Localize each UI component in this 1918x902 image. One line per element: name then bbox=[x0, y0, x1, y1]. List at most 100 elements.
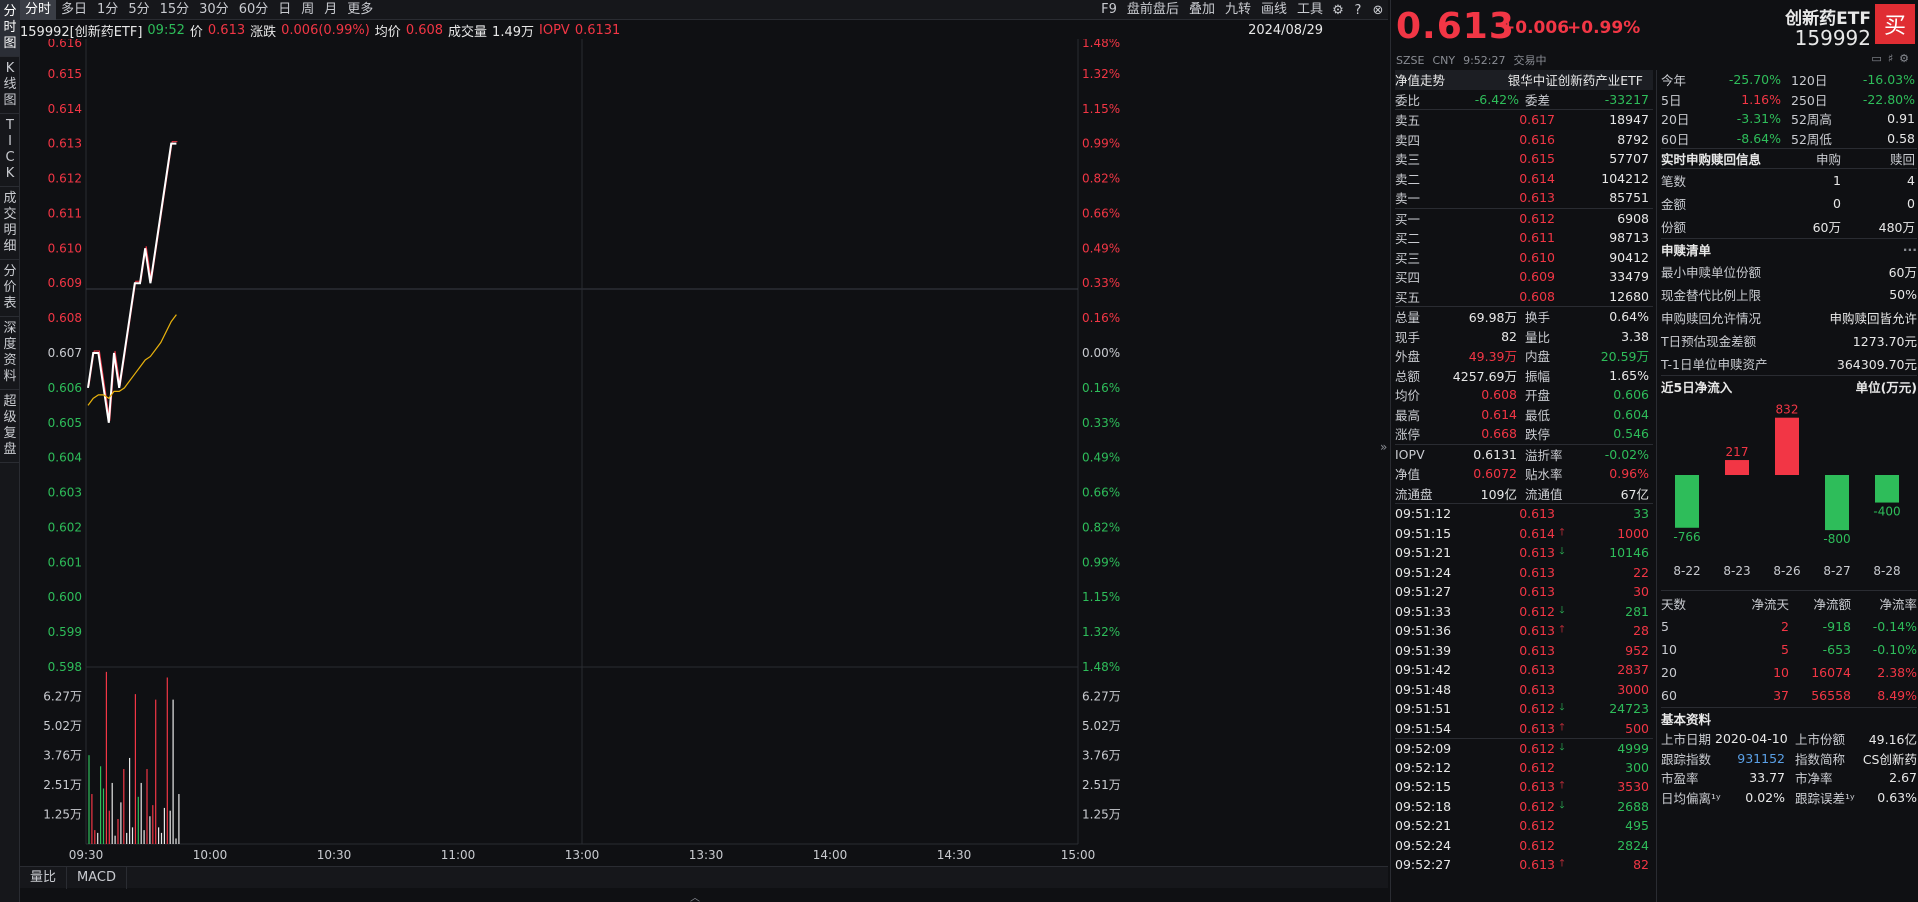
exchange: SZSE bbox=[1396, 54, 1425, 67]
info-column: 今年 -25.70% 120日 -16.03% 5日 1.16% 250日 -22.80% 20… bbox=[1661, 70, 1917, 807]
fund-code: 159992 bbox=[1794, 26, 1871, 50]
tick-row: 09:51:42 0.613 2837 bbox=[1395, 662, 1649, 678]
tick-row: 09:51:21 0.613 🡓 10146 bbox=[1395, 545, 1649, 561]
tab-10[interactable]: 更多 bbox=[342, 0, 378, 20]
bid-row[interactable]: 买五 0.608 12680 bbox=[1395, 287, 1653, 307]
flow-value: 217 bbox=[1726, 445, 1749, 459]
avg-label: 均价 bbox=[374, 24, 401, 40]
collapse-panel-icon[interactable]: » bbox=[1380, 440, 1387, 454]
tool-0[interactable]: F9 bbox=[1096, 0, 1122, 20]
tick-row: 09:51:12 0.613 33 bbox=[1395, 506, 1649, 522]
more-icon[interactable]: ··· bbox=[1903, 242, 1917, 257]
tab-3[interactable]: 5分 bbox=[123, 0, 154, 20]
sidebar-item-0[interactable]: 分时图 bbox=[0, 0, 20, 57]
tick-row: 09:52:24 0.612 2824 bbox=[1395, 837, 1649, 853]
tab-8[interactable]: 周 bbox=[296, 0, 319, 20]
price-change: +0.006 bbox=[1501, 18, 1570, 38]
time-tick: 09:30 bbox=[69, 848, 104, 862]
vol-tick: 2.51万 bbox=[43, 778, 82, 792]
tab-9[interactable]: 月 bbox=[319, 0, 342, 20]
sidebar-item-6[interactable]: 超级复盘 bbox=[0, 390, 20, 463]
quote-tool-icons[interactable]: ▭♯⚙ bbox=[1871, 52, 1915, 65]
nav-label: 净值走势 bbox=[1395, 73, 1446, 89]
stat-row: 流通盘 109亿 流通值 67亿 bbox=[1395, 486, 1649, 502]
tool-2[interactable]: 叠加 bbox=[1184, 0, 1220, 20]
intraday-chart[interactable]: 0.616 0.615 0.614 0.613 0.612 0.611 0.610 0.609… bbox=[20, 39, 1388, 865]
bid-row[interactable]: 买二 0.611 98713 bbox=[1395, 228, 1653, 248]
flowtable-row: 10 5 -653 -0.10% bbox=[1661, 642, 1917, 657]
time-tick: 10:00 bbox=[193, 848, 228, 862]
bid-row[interactable]: 买四 0.609 33479 bbox=[1395, 267, 1653, 287]
bottom-tab-1[interactable]: MACD bbox=[67, 866, 127, 889]
tab-1[interactable]: 多日 bbox=[56, 0, 92, 20]
price-tick: 0.612 bbox=[48, 172, 82, 186]
ask-row[interactable]: 卖五 0.617 18947 bbox=[1395, 110, 1653, 130]
tick-row: 09:51:33 0.612 🡓 281 bbox=[1395, 603, 1649, 619]
gear-icon[interactable]: ⚙ bbox=[1328, 0, 1348, 20]
weibi-row: 委比 -6.42% 委差 -33217 bbox=[1395, 91, 1649, 108]
tick-row: 09:51:15 0.614 🡑 1000 bbox=[1395, 525, 1649, 541]
tick-row: 09:52:12 0.612 300 bbox=[1395, 759, 1649, 775]
last-price: 0.613 bbox=[1396, 6, 1515, 47]
perf-row: 60日 -8.64% 52周低 0.58 bbox=[1661, 130, 1915, 147]
bid-row[interactable]: 买一 0.612 6908 bbox=[1395, 209, 1653, 229]
bottom-tab-0[interactable]: 量比 bbox=[20, 866, 68, 889]
sidebar-item-3[interactable]: 成交明细 bbox=[0, 187, 20, 260]
price-tick: 0.615 bbox=[48, 67, 82, 81]
ask-row[interactable]: 卖三 0.615 57707 bbox=[1395, 149, 1653, 169]
flow-value: -400 bbox=[1873, 505, 1900, 519]
sidebar-item-5[interactable]: 深度资料 bbox=[0, 317, 20, 390]
ask-row[interactable]: 卖四 0.616 8792 bbox=[1395, 130, 1653, 150]
price-tick: 0.608 bbox=[48, 311, 82, 325]
price-value: 0.613 bbox=[207, 22, 246, 38]
sidebar-item-1[interactable]: K线图 bbox=[0, 57, 20, 114]
nav-row[interactable]: 净值走势 银华中证创新药产业ETF bbox=[1395, 70, 1653, 90]
ask-row[interactable]: 卖一 0.613 85751 bbox=[1395, 188, 1653, 208]
stat-row: 总量 69.98万 换手 0.64% bbox=[1395, 309, 1649, 326]
pct-tick: 0.16% bbox=[1082, 381, 1120, 395]
tab-0[interactable]: 分时 bbox=[20, 0, 57, 20]
footer: ︿ bbox=[20, 889, 1388, 902]
price-change-percent: +0.99% bbox=[1567, 18, 1641, 38]
tool-1[interactable]: 盘前盘后 bbox=[1122, 0, 1184, 20]
tab-4[interactable]: 15分 bbox=[155, 0, 195, 20]
buy-button[interactable]: 买 bbox=[1875, 4, 1915, 44]
tab-5[interactable]: 30分 bbox=[194, 0, 234, 20]
redeem-row: 最小申赎单位份额 60万 bbox=[1661, 265, 1917, 280]
down-arrow-icon: 🡓 bbox=[1559, 604, 1565, 616]
redeem-row: 现金替代比例上限 50% bbox=[1661, 287, 1917, 303]
price-tick: 0.599 bbox=[48, 625, 82, 639]
stat-row: 现手 82 量比 3.38 bbox=[1395, 328, 1649, 345]
tab-2[interactable]: 1分 bbox=[92, 0, 123, 20]
tab-6[interactable]: 60分 bbox=[234, 0, 274, 20]
redeem-row: T-1日单位申赎资产 364309.70元 bbox=[1661, 357, 1917, 372]
vol-tick: 1.25万 bbox=[43, 808, 82, 822]
bid-row[interactable]: 买三 0.610 90412 bbox=[1395, 248, 1653, 268]
price-tick: 0.609 bbox=[48, 276, 82, 290]
flow-date: 8-22 bbox=[1673, 564, 1700, 578]
down-arrow-icon: 🡓 bbox=[1559, 546, 1565, 558]
help-icon[interactable]: ? bbox=[1348, 0, 1368, 20]
pct-tick: 0.49% bbox=[1082, 241, 1120, 255]
stat-row: 均价 0.608 开盘 0.606 bbox=[1395, 387, 1649, 404]
stat-row: 总额 4257.69万 振幅 1.65% bbox=[1395, 367, 1649, 384]
expand-up-icon[interactable]: ︿ bbox=[690, 889, 700, 902]
tick-row: 09:51:36 0.613 🡑 28 bbox=[1395, 623, 1649, 639]
tick-row: 09:51:24 0.613 22 bbox=[1395, 564, 1649, 580]
tool-3[interactable]: 九转 bbox=[1220, 0, 1256, 20]
tick-row: 09:52:15 0.613 🡑 3530 bbox=[1395, 779, 1649, 795]
close-icon[interactable]: ⊗ bbox=[1368, 0, 1388, 20]
ask-row[interactable]: 卖二 0.614 104212 bbox=[1395, 169, 1653, 189]
vol-tick: 6.27万 bbox=[43, 690, 82, 704]
tab-7[interactable]: 日 bbox=[273, 0, 296, 20]
nav-fund: 银华中证创新药产业ETF bbox=[1507, 73, 1643, 89]
basic-row: 跟踪指数 931152 指数简称 CS创新药 bbox=[1661, 750, 1917, 767]
tool-5[interactable]: 工具 bbox=[1292, 0, 1328, 20]
pct-tick: 1.15% bbox=[1082, 102, 1120, 116]
tick-row: 09:51:48 0.613 3000 bbox=[1395, 681, 1649, 697]
sidebar-item-2[interactable]: TICK bbox=[0, 114, 20, 187]
sidebar-item-4[interactable]: 分价表 bbox=[0, 260, 20, 317]
tick-row: 09:51:27 0.613 30 bbox=[1395, 584, 1649, 600]
tick-row: 09:51:54 0.613 🡑 500 bbox=[1395, 720, 1649, 736]
tool-4[interactable]: 画线 bbox=[1256, 0, 1292, 20]
